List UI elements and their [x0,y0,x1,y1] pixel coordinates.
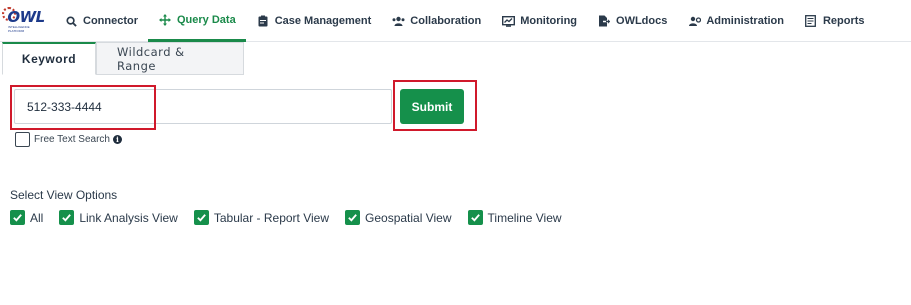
view-option-timeline[interactable]: Timeline View [467,210,562,225]
view-option-tabular-report[interactable]: Tabular - Report View [193,210,330,225]
nav-item-connector[interactable]: Connector [46,0,148,42]
view-option-label: Geospatial View [365,210,452,225]
checkmark-icon [470,214,480,222]
checkmark-icon [348,214,357,222]
free-text-search-label: Free Text Search [34,134,110,145]
view-options-list: All Link Analysis View Tabular - Report … [10,210,578,225]
nav-item-label: Monitoring [520,15,578,27]
view-option-label: Link Analysis View [79,210,178,225]
checkbox-checked[interactable] [59,210,75,225]
nav-item-administration[interactable]: Administration [677,0,794,42]
move-arrows-icon [158,13,172,26]
tab-wildcard-range[interactable]: Wildcard & Range [96,42,244,75]
monitor-chart-icon [501,15,515,27]
checkbox-checked[interactable] [10,210,25,225]
top-navigation: OWL INTELLIGENCE PLATFORM Connector Quer… [0,0,911,42]
checkmark-icon [197,214,206,222]
logo-badge: OWL INTELLIGENCE PLATFORM [2,3,45,39]
checkbox-checked[interactable] [345,210,361,225]
logo-text: OWL [7,8,45,26]
checkmark-icon [62,214,72,222]
submit-button[interactable]: Submit [400,89,464,124]
users-icon [391,16,405,26]
checkbox-checked[interactable] [193,210,209,225]
checkmark-icon [13,214,22,222]
keyword-search-input[interactable] [14,89,392,124]
checkbox-checked[interactable] [467,210,483,225]
nav-item-label: Administration [706,15,784,27]
view-option-all[interactable]: All [10,210,43,225]
query-tabs: Keyword Wildcard & Range [2,42,244,75]
nav-item-label: Collaboration [410,15,482,27]
clipboard-icon [256,15,270,27]
report-icon [804,15,818,27]
nav-item-monitoring[interactable]: Monitoring [491,0,587,42]
users-cog-icon [687,16,701,26]
nav-item-label: Case Management [274,15,372,27]
nav-item-owldocs[interactable]: OWLdocs [587,0,677,42]
search-icon [64,15,78,27]
info-icon[interactable]: i [112,135,122,144]
document-export-icon [597,15,611,27]
view-option-label: Tabular - Report View [213,210,330,225]
tab-keyword[interactable]: Keyword [2,42,96,75]
owl-logo[interactable]: OWL INTELLIGENCE PLATFORM [0,0,46,42]
view-option-label: Timeline View [487,210,562,225]
view-option-geospatial[interactable]: Geospatial View [345,210,452,225]
free-text-search-option[interactable]: Free Text Search i [15,132,122,147]
view-options-title: Select View Options [10,188,118,202]
free-text-search-checkbox[interactable] [15,132,30,147]
nav-item-query-data[interactable]: Query Data [148,0,246,42]
nav-item-label: Query Data [177,13,236,26]
nav-item-label: Reports [822,15,865,27]
nav-item-reports[interactable]: Reports [794,0,875,42]
view-option-link-analysis[interactable]: Link Analysis View [59,210,178,225]
view-option-label: All [30,210,44,225]
nav-item-label: Connector [83,15,138,27]
nav-item-collaboration[interactable]: Collaboration [381,0,491,42]
logo-subtext: INTELLIGENCE PLATFORM [8,25,30,33]
nav-item-case-management[interactable]: Case Management [246,0,382,42]
nav-item-label: OWLdocs [616,15,668,27]
